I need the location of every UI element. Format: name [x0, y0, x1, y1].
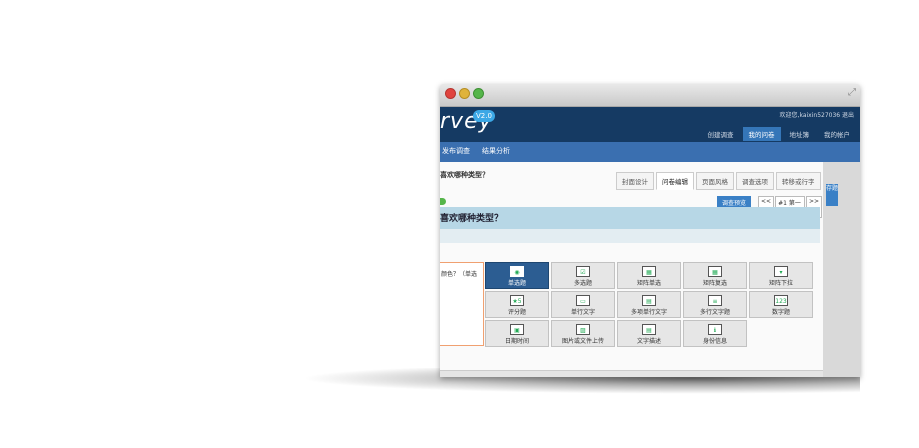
qtype-text-description[interactable]: ▤ 文字描述	[617, 320, 681, 347]
qtype-label: 日期时间	[504, 338, 529, 345]
qtype-rating[interactable]: ★5 评分题	[485, 291, 549, 318]
info-icon: ℹ	[708, 324, 722, 335]
site-header: rvey V2.0 欢迎您,kaixin527036 退出 创建调查 我的问卷 …	[440, 107, 860, 142]
qtype-label: 矩阵单选	[636, 280, 661, 287]
qtype-single-choice[interactable]: ◉ 单选题	[485, 262, 549, 289]
qtype-matrix-dropdown[interactable]: ▾ 矩阵下拉	[749, 262, 813, 289]
window-titlebar: ⤢	[440, 84, 860, 107]
tab-logic[interactable]: 转移或行字	[776, 172, 821, 190]
checkbox-icon: ☑	[576, 266, 590, 277]
editor-main: 喜欢哪种类型？ 封面设计 问卷编辑 页面风格 调查选项 转移或行字 调查预览 <…	[440, 162, 823, 377]
matrix-icon: ▦	[642, 266, 656, 277]
qtype-label: 文字描述	[636, 338, 661, 345]
calendar-icon: ▣	[510, 324, 524, 335]
nav-create-survey[interactable]: 创建调查	[702, 127, 740, 141]
page-bottom-bar	[440, 370, 823, 377]
tab-page-style[interactable]: 页面风格	[696, 172, 734, 190]
nav-address-book[interactable]: 地址簿	[784, 127, 816, 141]
qtype-date-time[interactable]: ▣ 日期时间	[485, 320, 549, 347]
qtype-matrix-multi[interactable]: ▦ 矩阵复选	[683, 262, 747, 289]
save-question-button[interactable]: 存题	[826, 184, 838, 206]
subnav-publish[interactable]: 发布调查	[442, 146, 470, 156]
qtype-multi-single-line[interactable]: ▤ 多项单行文字	[617, 291, 681, 318]
qtype-label: 矩阵下拉	[768, 280, 793, 287]
close-icon[interactable]	[445, 88, 456, 99]
question-card[interactable]: 颜色？（单选	[440, 262, 484, 346]
user-info[interactable]: 欢迎您,kaixin527036 退出	[780, 110, 854, 119]
qtype-single-line-text[interactable]: ▭ 单行文字	[551, 291, 615, 318]
qtype-label: 单选题	[507, 280, 526, 287]
subnav-analysis[interactable]: 结果分析	[482, 146, 510, 156]
tab-cover-design[interactable]: 封面设计	[616, 172, 654, 190]
tab-survey-options[interactable]: 调查选项	[736, 172, 774, 190]
question-card-text: 颜色？（单选	[441, 271, 478, 278]
qtype-label: 多选题	[573, 280, 592, 287]
version-badge: V2.0	[473, 110, 495, 122]
qtype-number[interactable]: 123 数字题	[749, 291, 813, 318]
status-dot-icon	[440, 198, 446, 205]
editor-tabs: 封面设计 问卷编辑 页面风格 调查选项 转移或行字	[616, 172, 823, 190]
qtype-label: 单行文字	[570, 309, 595, 316]
text-lines-icon: ▤	[642, 295, 656, 306]
nav-my-surveys[interactable]: 我的问卷	[742, 127, 781, 141]
question-banner: 喜欢哪种类型？	[440, 207, 820, 229]
page-question-title: 喜欢哪种类型？	[440, 171, 489, 179]
star-icon: ★5	[510, 295, 524, 306]
qtype-label: 评分题	[507, 309, 526, 316]
qtype-label: 多行文字题	[699, 309, 730, 316]
textarea-icon: ≡	[708, 295, 722, 306]
qtype-file-upload[interactable]: ▨ 图片或文件上传	[551, 320, 615, 347]
qtype-label: 矩阵复选	[702, 280, 727, 287]
tab-survey-edit[interactable]: 问卷编辑	[656, 172, 694, 190]
qtype-identity-info[interactable]: ℹ 身份信息	[683, 320, 747, 347]
qtype-label: 身份信息	[702, 338, 727, 345]
number-icon: 123	[774, 295, 788, 306]
description-icon: ▤	[642, 324, 656, 335]
qtype-matrix-single[interactable]: ▦ 矩阵单选	[617, 262, 681, 289]
radio-icon: ◉	[510, 266, 524, 277]
browser-window: ⤢ rvey V2.0 欢迎您,kaixin527036 退出 创建调查 我的问…	[440, 84, 860, 377]
qtype-label: 多项单行文字	[630, 309, 667, 316]
sub-nav: 发布调查 结果分析	[440, 142, 860, 162]
qtype-multi-choice[interactable]: ☑ 多选题	[551, 262, 615, 289]
qtype-multi-line-text[interactable]: ≡ 多行文字题	[683, 291, 747, 318]
nav-my-account[interactable]: 我的帐户	[818, 127, 856, 141]
dropdown-icon: ▾	[774, 266, 788, 277]
qtype-label: 图片或文件上传	[561, 338, 604, 345]
qtype-label: 数字题	[771, 309, 790, 316]
banner-description	[440, 229, 820, 243]
question-type-grid: ◉ 单选题 ☑ 多选题 ▦ 矩阵单选 ▦ 矩阵复选 ▾ 矩阵下拉 ★5 评分题 ▭ 单行文字 …	[485, 262, 813, 348]
image-icon: ▨	[576, 324, 590, 335]
right-panel: 存题	[823, 162, 860, 377]
minimize-icon[interactable]	[459, 88, 470, 99]
matrix-icon: ▦	[708, 266, 722, 277]
banner-title: 喜欢哪种类型？	[440, 214, 504, 224]
fullscreen-icon[interactable]: ⤢	[848, 87, 856, 98]
zoom-icon[interactable]	[473, 88, 484, 99]
header-nav: 创建调查 我的问卷 地址簿 我的帐户	[699, 127, 857, 141]
text-line-icon: ▭	[576, 295, 590, 306]
